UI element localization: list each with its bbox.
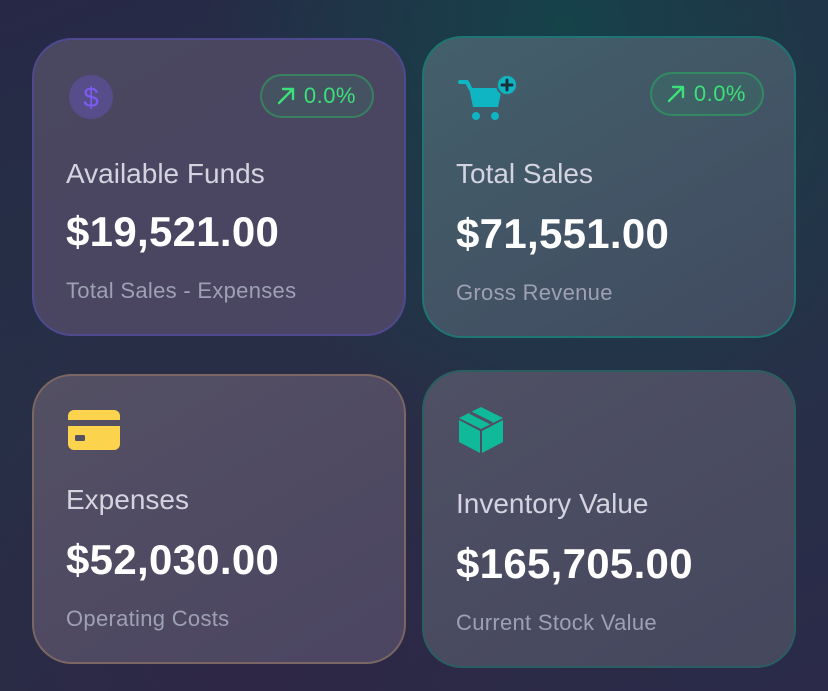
card-amount: $165,705.00 [456, 540, 693, 587]
change-percent: 0.0% [693, 81, 746, 106]
change-badge: 0.0% [649, 72, 764, 116]
dollar-sign-icon: $ [69, 75, 113, 119]
inventory-value-card[interactable]: Inventory Value $165,705.00 Current Stoc… [422, 370, 796, 668]
card-subtitle: Operating Costs [66, 606, 230, 631]
change-badge: 0.0% [259, 74, 374, 118]
card-amount: $71,551.00 [456, 210, 670, 257]
card-title: Total Sales [456, 158, 593, 189]
change-percent: 0.0% [303, 83, 356, 108]
card-title: Expenses [66, 484, 189, 515]
cart-plus-icon [458, 74, 518, 120]
card-subtitle: Current Stock Value [456, 610, 657, 635]
trend-up-arrow-icon [277, 87, 295, 105]
available-funds-card[interactable]: $ 0.0% Available Funds $19,521.00 Total … [32, 38, 406, 336]
card-amount: $19,521.00 [66, 208, 280, 255]
card-subtitle: Total Sales - Expenses [66, 278, 297, 303]
card-title: Available Funds [66, 158, 265, 189]
credit-card-icon [68, 410, 120, 450]
expenses-card[interactable]: Expenses $52,030.00 Operating Costs [32, 374, 406, 664]
box-icon [459, 407, 503, 453]
card-amount: $52,030.00 [66, 536, 280, 583]
svg-text:$: $ [83, 82, 99, 113]
card-subtitle: Gross Revenue [456, 280, 613, 305]
card-title: Inventory Value [456, 488, 649, 519]
total-sales-card[interactable]: 0.0% Total Sales $71,551.00 Gross Revenu… [422, 36, 796, 338]
trend-up-arrow-icon [667, 85, 685, 103]
